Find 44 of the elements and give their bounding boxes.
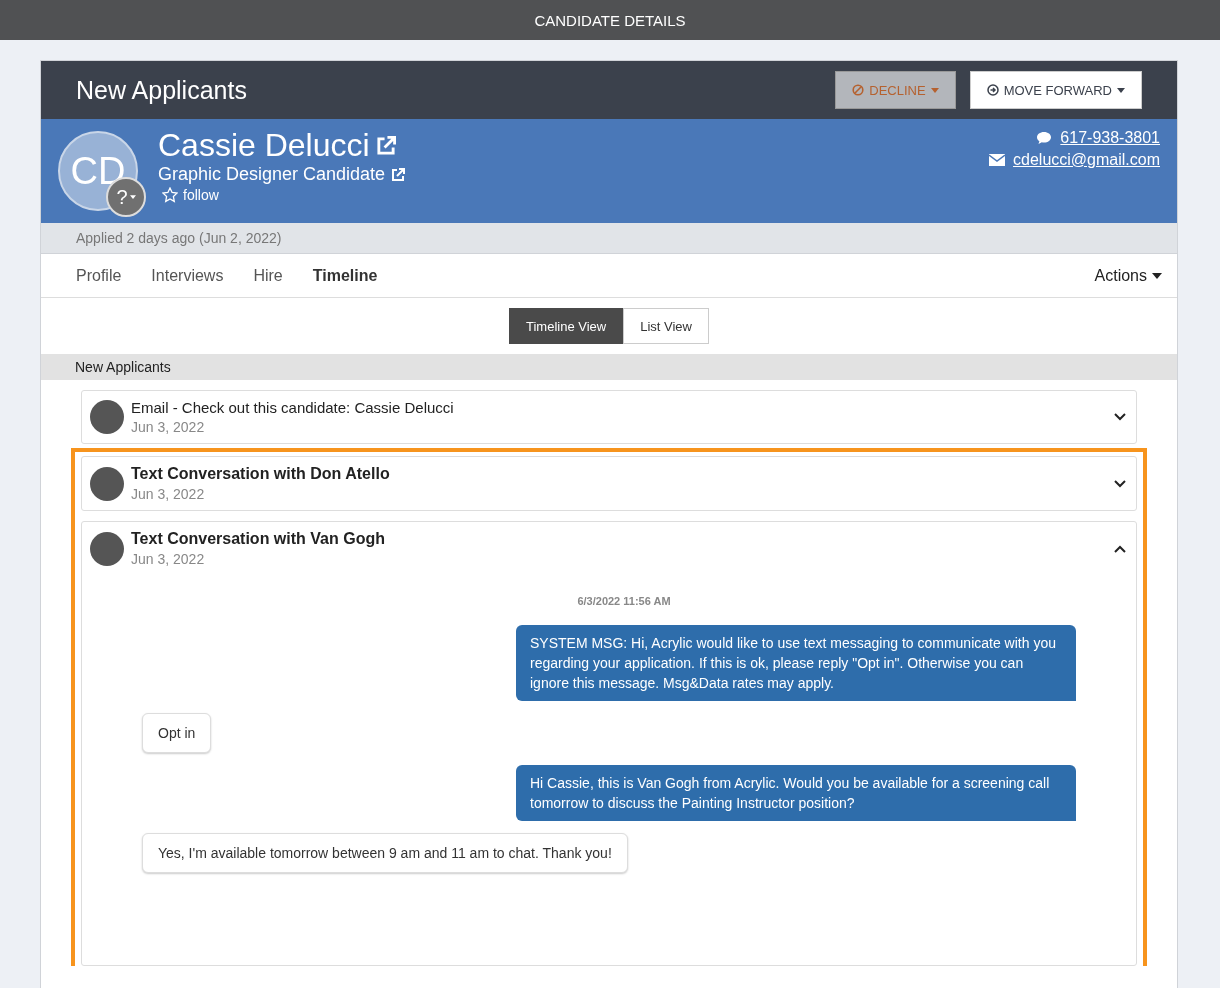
external-link-icon[interactable] — [375, 135, 396, 156]
caret-icon — [1117, 87, 1125, 93]
sent-message: Hi Cassie, this is Van Gogh from Acrylic. Would you be available for a screening call tomorrow to discuss the Painting Instructor position? — [516, 765, 1076, 821]
arrow-circle-icon — [986, 84, 999, 96]
timeline-date: Jun 3, 2022 — [131, 551, 206, 567]
phone-link[interactable]: 617-938-3801 — [1060, 129, 1160, 147]
chat-bubble-icon — [1036, 131, 1053, 145]
received-message: Opt in — [142, 713, 212, 753]
external-link-icon[interactable] — [391, 167, 406, 182]
follow-link[interactable]: follow — [162, 187, 406, 203]
envelope-icon — [989, 154, 1006, 166]
chevron-down-icon[interactable] — [1114, 479, 1126, 488]
timeline-title: Email - Check out this candidate: Cassie Delucci — [131, 399, 454, 416]
photo-placeholder — [90, 466, 124, 501]
caret-icon — [930, 87, 939, 93]
photo-placeholder — [90, 400, 124, 434]
tab[interactable]: Interviews — [151, 266, 224, 285]
received-message: Yes, I'm available tomorrow between 9 am and 11 am to chat. Thank you! — [142, 833, 628, 873]
caret-icon — [129, 195, 136, 199]
tab[interactable]: Hire — [253, 266, 283, 285]
applied-date: Applied 2 days ago (Jun 2, 2022) — [76, 230, 282, 246]
tab[interactable]: Profile — [76, 266, 122, 285]
photo-placeholder — [90, 531, 124, 566]
caret-icon — [1152, 272, 1162, 279]
message-timestamp: 6/3/2022 11:56 AM — [576, 595, 672, 607]
timeline-title: Text Conversation with Don Atello — [131, 465, 390, 483]
tab[interactable]: Timeline — [312, 266, 378, 285]
timeline-title: Text Conversation with Van Gogh — [131, 530, 385, 548]
stage-title: New Applicants — [76, 75, 247, 105]
candidate-role: Graphic Designer Candidate — [158, 164, 386, 185]
section-title: New Applicants — [75, 359, 171, 375]
move-forward-button[interactable]: MOVE FORWARD — [969, 71, 1142, 109]
candidate-name: Cassie Delucci — [158, 127, 370, 164]
chevron-up-icon[interactable] — [1114, 544, 1126, 553]
chevron-down-icon[interactable] — [1114, 413, 1126, 421]
timeline-date: Jun 3, 2022 — [131, 486, 206, 502]
window-title: CANDIDATE DETAILS — [534, 11, 686, 29]
sent-message: SYSTEM MSG: Hi, Acrylic would like to use text messaging to communicate with you regarding your application. If this is ok, please reply "Opt in". Otherwise you can ignore this message. Msg&Data rates may apply. — [516, 625, 1076, 701]
actions-dropdown[interactable]: Actions — [1094, 266, 1162, 285]
timeline-date: Jun 3, 2022 — [131, 419, 206, 435]
view-toggle-button[interactable]: Timeline View — [509, 308, 624, 344]
email-link[interactable]: cdelucci@gmail.com — [1013, 151, 1160, 169]
view-toggle-button[interactable]: List View — [623, 308, 709, 344]
block-icon — [852, 84, 865, 96]
